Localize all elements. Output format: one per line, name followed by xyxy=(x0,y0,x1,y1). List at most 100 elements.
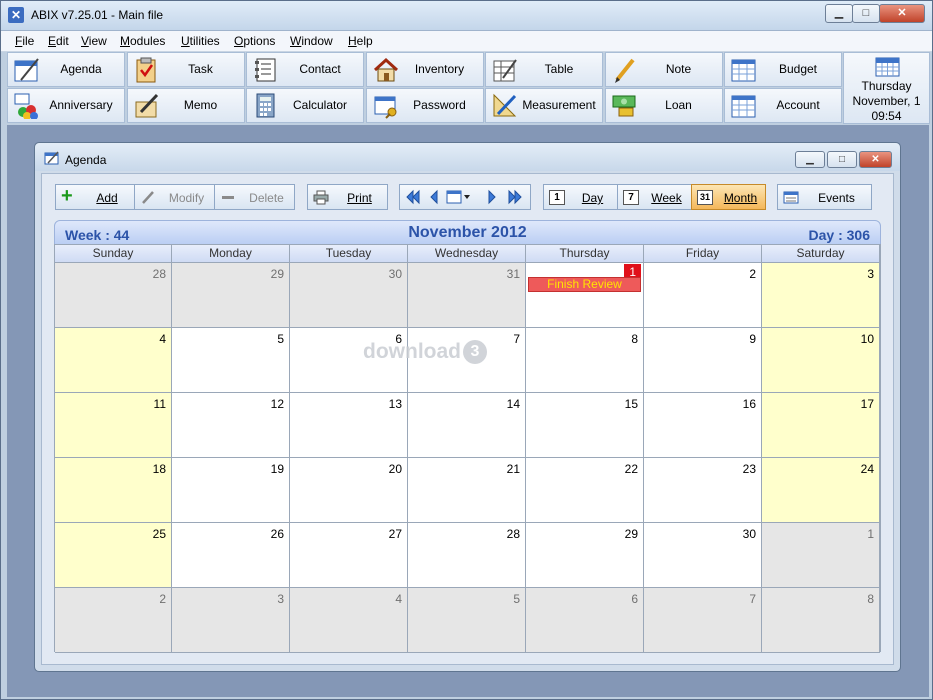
day-cell[interactable]: 13 xyxy=(290,393,408,458)
module-contact-button[interactable]: Contact xyxy=(246,52,364,87)
day-cell[interactable]: 4 xyxy=(290,588,408,653)
day-cell[interactable]: 23 xyxy=(644,458,762,523)
day-cell[interactable]: 28 xyxy=(55,263,172,328)
module-loan-button[interactable]: Loan xyxy=(604,88,723,123)
module-toolbar: Agenda Task Contact Inventory Table Note Budge… xyxy=(7,52,843,124)
weekday-header-saturday: Saturday xyxy=(762,245,880,263)
agenda-close-button[interactable]: ✕ xyxy=(859,151,892,168)
day-cell[interactable]: 15 xyxy=(526,393,644,458)
previous-icon[interactable] xyxy=(427,189,441,205)
first-icon[interactable] xyxy=(404,189,422,205)
day-number: 9 xyxy=(749,332,756,346)
agenda-minimize-button[interactable]: ▁ xyxy=(795,151,825,168)
close-button[interactable]: ✕ xyxy=(879,4,925,23)
menu-view[interactable]: View xyxy=(81,33,107,49)
week-view-button[interactable]: 7 Week xyxy=(617,184,692,210)
module-task-button[interactable]: Task xyxy=(126,52,245,87)
menu-options[interactable]: Options xyxy=(234,33,275,49)
day-cell[interactable]: 8 xyxy=(762,588,880,653)
add-button[interactable]: + Add xyxy=(55,184,135,210)
day-cell[interactable]: 21 xyxy=(408,458,526,523)
module-label: Password xyxy=(413,98,466,112)
week-calendar-icon: 7 xyxy=(623,190,639,205)
day-cell[interactable]: 8 xyxy=(526,328,644,393)
day-cell[interactable]: 26 xyxy=(172,523,290,588)
events-button[interactable]: Events xyxy=(777,184,872,210)
maximize-button[interactable]: □ xyxy=(852,4,880,23)
day-cell[interactable]: 11 xyxy=(55,393,172,458)
day-cell[interactable]: 29 xyxy=(172,263,290,328)
module-measurement-button[interactable]: Measurement xyxy=(485,88,603,123)
day-cell[interactable]: 30 xyxy=(290,263,408,328)
day-number: 27 xyxy=(388,527,402,541)
module-note-button[interactable]: Note xyxy=(604,52,723,87)
anniversary-icon xyxy=(14,93,38,119)
day-cell[interactable]: 14 xyxy=(408,393,526,458)
day-cell[interactable]: 2 xyxy=(55,588,172,653)
module-password-button[interactable]: Password xyxy=(365,88,484,123)
day-cell[interactable]: 20 xyxy=(290,458,408,523)
day-cell[interactable]: 4 xyxy=(55,328,172,393)
day-number: 7 xyxy=(749,592,756,606)
event-item[interactable]: Finish Review xyxy=(528,277,641,292)
module-table-button[interactable]: Table xyxy=(485,52,603,87)
day-cell[interactable]: 2 xyxy=(644,263,762,328)
agenda-title: Agenda xyxy=(65,153,107,167)
day-cell[interactable]: 6 xyxy=(290,328,408,393)
day-cell[interactable]: 27 xyxy=(290,523,408,588)
weekday-header-monday: Monday xyxy=(172,245,290,263)
menu-window[interactable]: Window xyxy=(290,33,333,49)
minimize-button[interactable]: ▁ xyxy=(825,4,853,23)
next-icon[interactable] xyxy=(485,189,499,205)
clock-panel[interactable]: Thursday November, 1 09:54 xyxy=(843,52,930,124)
day-cell[interactable]: 29 xyxy=(526,523,644,588)
day-cell[interactable]: 19 xyxy=(172,458,290,523)
day-cell[interactable]: 3 xyxy=(762,263,880,328)
menu-help[interactable]: Help xyxy=(348,33,373,49)
minus-icon xyxy=(222,196,234,199)
delete-button[interactable]: Delete xyxy=(214,184,295,210)
day-number: 22 xyxy=(624,462,638,476)
day-cell[interactable]: 3 xyxy=(172,588,290,653)
day-cell[interactable]: 16 xyxy=(644,393,762,458)
day-cell[interactable]: 10 xyxy=(762,328,880,393)
module-calculator-button[interactable]: Calculator xyxy=(246,88,364,123)
module-anniversary-button[interactable]: Anniversary xyxy=(7,88,125,123)
last-icon[interactable] xyxy=(506,189,524,205)
menu-edit[interactable]: Edit xyxy=(48,33,69,49)
calendar-picker-icon[interactable] xyxy=(446,189,472,205)
day-cell[interactable]: 31 xyxy=(408,263,526,328)
day-number: 26 xyxy=(270,527,284,541)
module-budget-button[interactable]: Budget xyxy=(724,52,842,87)
day-cell[interactable]: 17 xyxy=(762,393,880,458)
day-cell[interactable]: 18 xyxy=(55,458,172,523)
day-number: 6 xyxy=(631,592,638,606)
day-cell[interactable]: 22 xyxy=(526,458,644,523)
day-cell[interactable]: 5 xyxy=(172,328,290,393)
day-view-button[interactable]: 1 Day xyxy=(543,184,618,210)
day-cell[interactable]: 25 xyxy=(55,523,172,588)
agenda-maximize-button[interactable]: □ xyxy=(827,151,857,168)
day-cell[interactable]: 24 xyxy=(762,458,880,523)
day-cell[interactable]: 28 xyxy=(408,523,526,588)
modify-button[interactable]: Modify xyxy=(134,184,215,210)
day-cell[interactable]: 1 Finish Review xyxy=(526,263,644,328)
module-inventory-button[interactable]: Inventory xyxy=(365,52,484,87)
print-button[interactable]: Print xyxy=(307,184,388,210)
day-cell[interactable]: 5 xyxy=(408,588,526,653)
day-number: 8 xyxy=(631,332,638,346)
month-view-button[interactable]: 31 Month xyxy=(691,184,766,210)
day-cell[interactable]: 7 xyxy=(644,588,762,653)
day-cell[interactable]: 6 xyxy=(526,588,644,653)
module-agenda-button[interactable]: Agenda xyxy=(7,52,125,87)
module-memo-button[interactable]: Memo xyxy=(126,88,245,123)
module-account-button[interactable]: Account xyxy=(724,88,842,123)
menu-modules[interactable]: Modules xyxy=(120,33,165,49)
day-cell[interactable]: 9 xyxy=(644,328,762,393)
menu-utilities[interactable]: Utilities xyxy=(181,33,220,49)
day-cell[interactable]: 7 xyxy=(408,328,526,393)
day-cell[interactable]: 12 xyxy=(172,393,290,458)
day-cell[interactable]: 1 xyxy=(762,523,880,588)
menu-file[interactable]: File xyxy=(15,33,34,49)
day-cell[interactable]: 30 xyxy=(644,523,762,588)
